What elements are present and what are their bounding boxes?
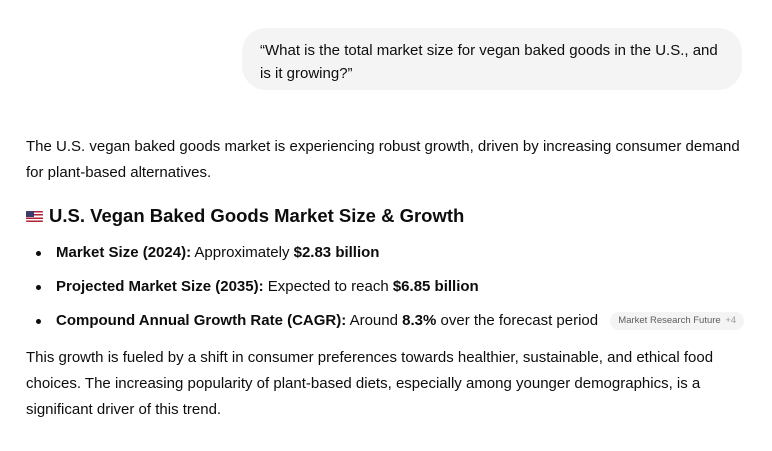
source-name: Market Research Future (618, 315, 721, 327)
us-flag-icon (26, 210, 43, 222)
list-item: Compound Annual Growth Rate (CAGR): Arou… (26, 304, 746, 338)
user-message-text: “What is the total market size for vegan… (260, 42, 718, 82)
section-heading: U.S. Vegan Baked Goods Market Size & Gro… (26, 202, 746, 230)
stat-label: Projected Market Size (2035): (56, 278, 264, 295)
stat-value: $2.83 billion (293, 244, 380, 261)
market-stats-list: Market Size (2024): Approximately $2.83 … (26, 236, 746, 338)
stat-text: Approximately (191, 244, 294, 261)
chat-conversation: “What is the total market size for vegan… (0, 0, 772, 451)
stat-label: Compound Annual Growth Rate (CAGR): (56, 312, 347, 329)
bullet-icon (36, 285, 41, 290)
section-heading-text: U.S. Vegan Baked Goods Market Size & Gro… (49, 205, 465, 226)
stat-text: Around (346, 312, 403, 329)
list-item: Projected Market Size (2035): Expected t… (26, 270, 746, 304)
bullet-icon (36, 251, 41, 256)
source-more-count: +4 (725, 315, 737, 327)
user-message-bubble: “What is the total market size for vegan… (242, 28, 742, 90)
assistant-response: The U.S. vegan baked goods market is exp… (26, 134, 746, 423)
stat-value: $6.85 billion (392, 278, 479, 295)
stat-label: Market Size (2024): (56, 244, 192, 261)
bullet-icon (36, 319, 41, 324)
list-item: Market Size (2024): Approximately $2.83 … (26, 236, 746, 270)
response-conclusion: This growth is fueled by a shift in cons… (26, 349, 714, 418)
stat-value: 8.3% (402, 312, 437, 329)
stat-text: Expected to reach (263, 278, 393, 295)
stat-text-after: over the forecast period (436, 312, 599, 329)
response-intro: The U.S. vegan baked goods market is exp… (26, 138, 740, 181)
source-citation-pill[interactable]: Market Research Future +4 (610, 312, 745, 331)
